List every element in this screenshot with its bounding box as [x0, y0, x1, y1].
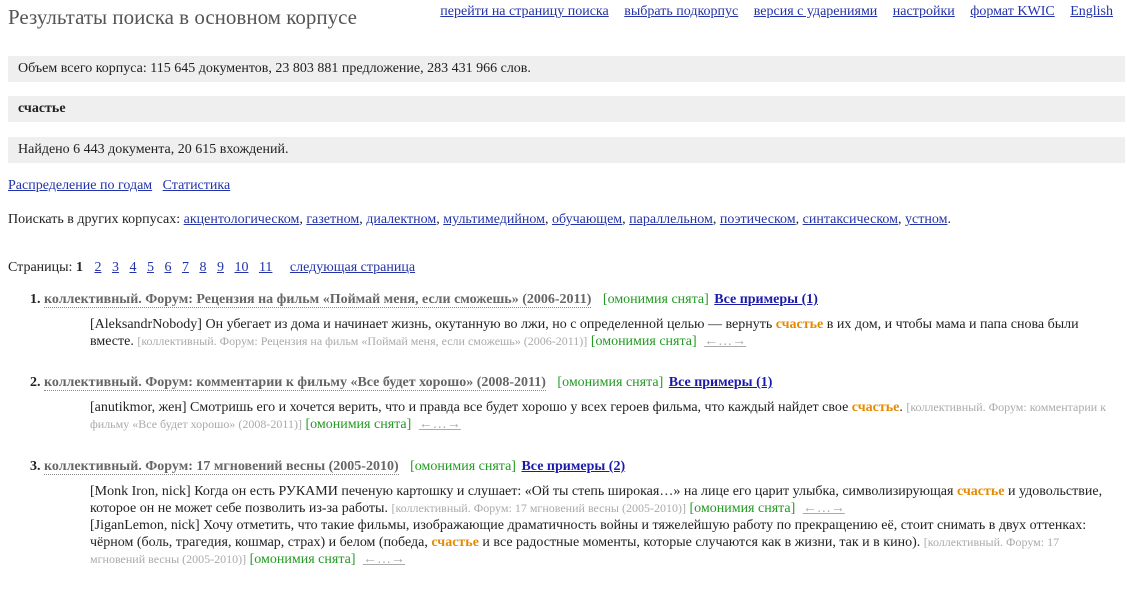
- year-distribution-link[interactable]: Распределение по годам: [8, 178, 152, 193]
- snippet: [JiganLemon, nick] Хочу отметить, что та…: [90, 517, 1113, 568]
- snippet: [AleksandrNobody] Он убегает из дома и н…: [90, 316, 1113, 350]
- expand-context-link[interactable]: ←…→: [363, 552, 405, 567]
- search-hit: счастье: [956, 484, 1005, 499]
- snippet-text: Когда он есть РУКАМИ печеную картошку и …: [194, 484, 954, 499]
- snippet-homonymy: [омонимия снята]: [590, 334, 697, 349]
- page-link[interactable]: 5: [147, 260, 154, 275]
- corpus-info-bar: Объем всего корпуса: 115 645 документов,…: [8, 56, 1125, 82]
- search-hit: счастье: [851, 400, 900, 415]
- page-link[interactable]: 10: [234, 260, 248, 275]
- nav-settings-link[interactable]: настройки: [893, 4, 955, 19]
- page-link[interactable]: 9: [217, 260, 224, 275]
- result-item: 3. коллективный. Форум: 17 мгновений вес…: [30, 459, 1113, 568]
- corpus-link[interactable]: обучающем: [552, 212, 622, 227]
- result-item: 1. коллективный. Форум: Рецензия на филь…: [30, 292, 1113, 350]
- found-bar: Найдено 6 443 документа, 20 615 вхождени…: [8, 137, 1125, 163]
- nav-subcorpus-link[interactable]: выбрать подкорпус: [624, 4, 738, 19]
- snippet: [anutikmor, жен] Смотришь его и хочется …: [90, 399, 1113, 433]
- corpus-link[interactable]: акцентологическом: [184, 212, 300, 227]
- nav-english-link[interactable]: English: [1070, 4, 1113, 19]
- snippet-author: [JiganLemon, nick]: [90, 518, 200, 533]
- page-link[interactable]: 7: [182, 260, 189, 275]
- page-link[interactable]: 3: [112, 260, 119, 275]
- current-page: 1: [75, 260, 83, 275]
- snippet-homonymy: [омонимия снята]: [689, 501, 796, 516]
- snippet-text: Он убегает из дома и начинает жизнь, оку…: [205, 317, 773, 332]
- document-title-link[interactable]: коллективный. Форум: комментарии к фильм…: [44, 375, 546, 391]
- snippet-author: [anutikmor, жен]: [90, 400, 187, 415]
- snippet-author: [AleksandrNobody]: [90, 317, 202, 332]
- document-title-link[interactable]: коллективный. Форум: 17 мгновений весны …: [44, 459, 399, 475]
- snippet-text: .: [899, 400, 903, 415]
- corpus-link[interactable]: синтаксическом: [803, 212, 898, 227]
- pages-label: Страницы:: [8, 260, 73, 275]
- snippet-text: Смотришь его и хочется верить, что и пра…: [190, 400, 849, 415]
- expand-context-link[interactable]: ←…→: [419, 417, 461, 432]
- snippet-text: и все радостные моменты, которые случают…: [482, 535, 921, 550]
- search-hit: счастье: [431, 535, 479, 550]
- corpus-link[interactable]: поэтическом: [720, 212, 796, 227]
- other-corpora: Поискать в других корпусах: акцентологич…: [8, 212, 951, 227]
- homonymy-status: [омонимия снята]: [557, 375, 664, 390]
- result-header: 1. коллективный. Форум: Рецензия на филь…: [30, 292, 1113, 308]
- statistics-link[interactable]: Статистика: [163, 178, 231, 193]
- query-bar: счастье: [8, 96, 1125, 122]
- search-hit: счастье: [775, 317, 824, 332]
- nav-search-page-link[interactable]: перейти на страницу поиска: [440, 4, 608, 19]
- result-number: 1.: [30, 292, 41, 307]
- top-navigation: перейти на страницу поиска выбрать подко…: [428, 4, 1113, 20]
- corpus-link[interactable]: газетном: [306, 212, 359, 227]
- page-link[interactable]: 4: [129, 260, 136, 275]
- all-examples-link[interactable]: Все примеры (2): [521, 459, 625, 474]
- corpus-link[interactable]: диалектном: [366, 212, 436, 227]
- stats-links: Распределение по годам Статистика: [8, 178, 237, 194]
- page-link[interactable]: 11: [259, 260, 272, 275]
- result-header: 2. коллективный. Форум: комментарии к фи…: [30, 375, 1113, 391]
- nav-accents-link[interactable]: версия с ударениями: [754, 4, 878, 19]
- snippet-homonymy: [омонимия снята]: [305, 417, 412, 432]
- homonymy-status: [омонимия снята]: [410, 459, 516, 474]
- expand-context-link[interactable]: ←…→: [704, 334, 746, 349]
- expand-context-link[interactable]: ←…→: [803, 501, 845, 516]
- result-number: 3.: [30, 459, 41, 474]
- pagination: Страницы: 1 2 3 4 5 6 7 8 9 10 11 следую…: [8, 260, 422, 276]
- page-link[interactable]: 8: [199, 260, 206, 275]
- next-page-link[interactable]: следующая страница: [290, 260, 415, 275]
- document-title-link[interactable]: коллективный. Форум: Рецензия на фильм «…: [44, 292, 592, 308]
- other-corpora-label: Поискать в других корпусах:: [8, 212, 181, 227]
- page-link[interactable]: 6: [164, 260, 171, 275]
- all-examples-link[interactable]: Все примеры (1): [669, 375, 773, 390]
- snippet: [Monk Iron, nick] Когда он есть РУКАМИ п…: [90, 483, 1113, 517]
- snippet-homonymy: [омонимия снята]: [249, 552, 356, 567]
- result-number: 2.: [30, 375, 41, 390]
- page-title: Результаты поиска в основном корпусе: [8, 5, 357, 29]
- result-item: 2. коллективный. Форум: комментарии к фи…: [30, 375, 1113, 433]
- all-examples-link[interactable]: Все примеры (1): [714, 292, 818, 307]
- snippet-source: [коллективный. Форум: Рецензия на фильм …: [137, 334, 588, 348]
- corpus-link[interactable]: мультимедийном: [443, 212, 545, 227]
- corpus-link[interactable]: параллельном: [629, 212, 713, 227]
- snippet-author: [Monk Iron, nick]: [90, 484, 191, 499]
- corpus-link[interactable]: устном: [905, 212, 947, 227]
- result-header: 3. коллективный. Форум: 17 мгновений вес…: [30, 459, 1113, 475]
- homonymy-status: [омонимия снята]: [602, 292, 709, 307]
- page-link[interactable]: 2: [94, 260, 101, 275]
- snippet-source: [коллективный. Форум: 17 мгновений весны…: [391, 501, 686, 515]
- nav-kwic-link[interactable]: формат KWIC: [970, 4, 1054, 19]
